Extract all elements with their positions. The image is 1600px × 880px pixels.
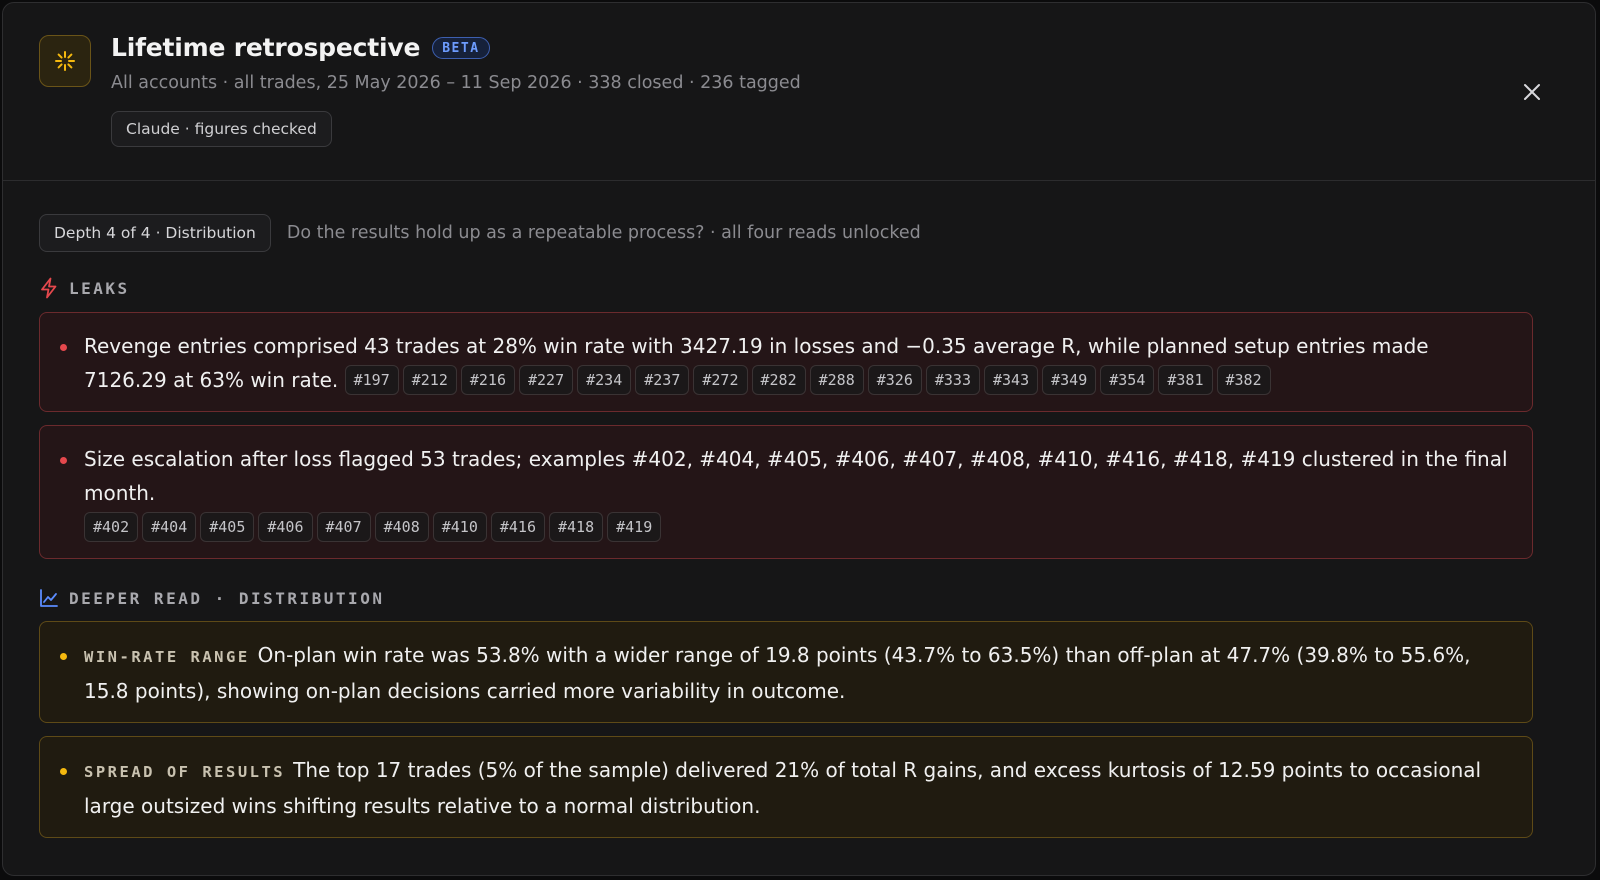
trade-tag[interactable]: #272 — [693, 364, 748, 395]
close-button[interactable] — [1519, 79, 1545, 105]
trade-tag[interactable]: #288 — [809, 364, 864, 395]
depth-chip[interactable]: Depth 4 of 4 · Distribution — [39, 214, 271, 252]
close-icon — [1524, 84, 1540, 100]
retrospective-dialog: Lifetime retrospective BETA All accounts… — [2, 2, 1596, 876]
trade-tag[interactable]: #354 — [1100, 364, 1155, 395]
trade-tag[interactable]: #382 — [1216, 364, 1271, 395]
lightning-icon — [41, 277, 57, 299]
trade-tag[interactable]: #343 — [984, 364, 1039, 395]
trade-tag[interactable]: #407 — [316, 511, 371, 542]
trade-tag[interactable]: #197 — [344, 364, 399, 395]
dialog-subtitle: All accounts · all trades, 25 May 2026 –… — [111, 73, 801, 93]
leak-text: Size escalation after loss flagged 53 tr… — [84, 447, 1508, 505]
leak-bullet — [60, 344, 67, 351]
trade-tag[interactable]: #419 — [607, 511, 662, 542]
insight-kicker: WIN-RATE RANGE — [84, 648, 250, 666]
deeper-read-heading-label: DEEPER READ · DISTRIBUTION — [69, 588, 385, 608]
leak-card: Revenge entries comprised 43 trades at 2… — [39, 312, 1533, 412]
trade-tag[interactable]: #349 — [1042, 364, 1097, 395]
insight-card: WIN-RATE RANGE On-plan win rate was 53.8%… — [39, 621, 1533, 723]
trade-tag[interactable]: #406 — [258, 511, 313, 542]
leaks-heading: LEAKS — [39, 277, 1533, 299]
trade-tag[interactable]: #402 — [84, 511, 139, 542]
trade-tag[interactable]: #333 — [925, 364, 980, 395]
trade-tag[interactable]: #212 — [402, 364, 457, 395]
trade-tag[interactable]: #326 — [867, 364, 922, 395]
insight-text: On-plan win rate was 53.8% with a wider … — [84, 643, 1471, 703]
beta-badge: BETA — [432, 36, 490, 59]
dialog-content: Depth 4 of 4 · Distribution Do the resul… — [39, 213, 1533, 838]
depth-row: Depth 4 of 4 · Distribution Do the resul… — [39, 213, 1533, 253]
dialog-title: Lifetime retrospective — [111, 33, 421, 62]
sparkle-icon — [39, 35, 91, 87]
trade-tag[interactable]: #227 — [519, 364, 574, 395]
insight-kicker: SPREAD OF RESULTS — [84, 763, 286, 781]
depth-description: Do the results hold up as a repeatable p… — [286, 223, 921, 243]
trade-tag[interactable]: #416 — [490, 511, 545, 542]
title-row: Lifetime retrospective BETA — [111, 33, 490, 62]
trade-tag[interactable]: #234 — [577, 364, 632, 395]
trade-tag[interactable]: #237 — [635, 364, 690, 395]
leak-bullet — [60, 457, 67, 464]
insight-bullet — [60, 768, 67, 775]
dialog-header: Lifetime retrospective BETA All accounts… — [3, 3, 1595, 181]
trade-tag[interactable]: #216 — [460, 364, 515, 395]
insight-text: The top 17 trades (5% of the sample) del… — [84, 758, 1482, 818]
trade-tag[interactable]: #381 — [1158, 364, 1213, 395]
deeper-read-heading: DEEPER READ · DISTRIBUTION — [39, 587, 1533, 609]
trade-tag[interactable]: #404 — [142, 511, 197, 542]
figures-checked-chip: Claude · figures checked — [111, 111, 332, 147]
trade-tag[interactable]: #282 — [751, 364, 806, 395]
line-chart-icon — [40, 589, 58, 607]
trade-tag[interactable]: #405 — [200, 511, 255, 542]
trade-tag[interactable]: #408 — [374, 511, 429, 542]
insight-card: SPREAD OF RESULTS The top 17 trades (5% o… — [39, 736, 1533, 838]
insight-bullet — [60, 653, 67, 660]
trade-tag[interactable]: #418 — [549, 511, 604, 542]
leak-card: Size escalation after loss flagged 53 tr… — [39, 425, 1533, 559]
leaks-heading-label: LEAKS — [69, 278, 130, 298]
trade-tag[interactable]: #410 — [432, 511, 487, 542]
